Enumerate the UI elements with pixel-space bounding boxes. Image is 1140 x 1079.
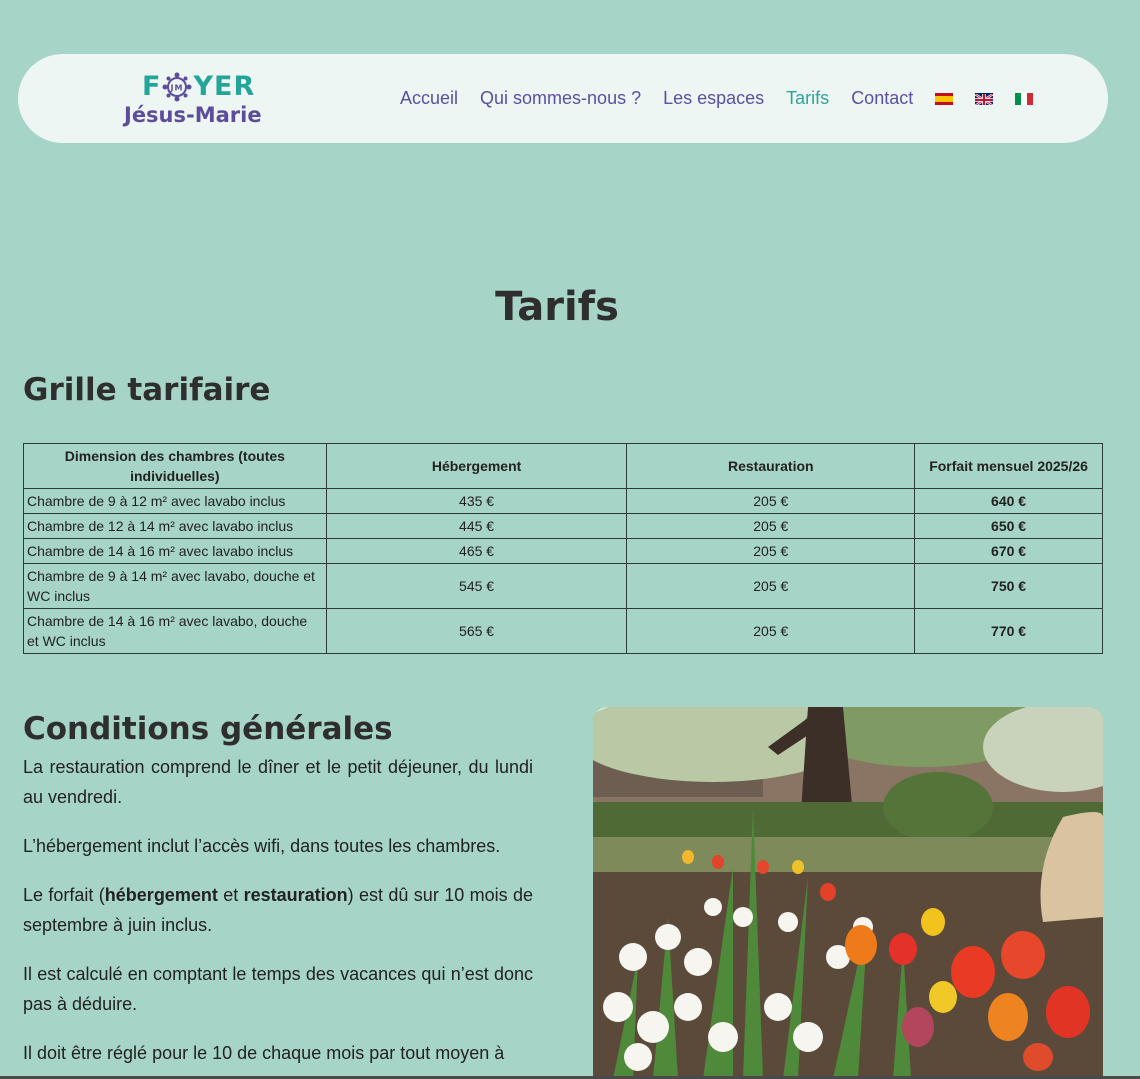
forfait-cell: 750 € bbox=[914, 563, 1103, 609]
nav-les-espaces[interactable]: Les espaces bbox=[663, 88, 764, 109]
hebergement-cell: 435 € bbox=[325, 488, 628, 514]
room-cell: Chambre de 14 à 16 m² avec lavabo, douch… bbox=[23, 608, 327, 654]
flag-uk-icon[interactable] bbox=[975, 92, 994, 105]
logo-foyer: F JM YER bbox=[142, 71, 255, 102]
flag-it-icon[interactable] bbox=[1015, 92, 1034, 105]
text-fragment: Le forfait ( bbox=[23, 885, 105, 905]
hebergement-cell: 565 € bbox=[325, 608, 628, 654]
column-header: Restauration bbox=[626, 443, 916, 489]
restauration-cell: 205 € bbox=[626, 608, 916, 654]
conditions-paragraph: Le forfait (hébergement et restauration)… bbox=[23, 880, 533, 940]
hebergement-cell: 545 € bbox=[325, 563, 628, 609]
room-cell: Chambre de 12 à 14 m² avec lavabo inclus bbox=[23, 513, 327, 539]
logo-letter-f: F bbox=[142, 71, 162, 102]
conditions-paragraph: La restauration comprend le dîner et le … bbox=[23, 757, 533, 807]
conditions-paragraph: Il est calculé en comptant le temps des … bbox=[23, 964, 533, 1014]
forfait-cell: 670 € bbox=[914, 538, 1103, 564]
room-cell: Chambre de 9 à 12 m² avec lavabo inclus bbox=[23, 488, 327, 514]
room-cell: Chambre de 9 à 14 m² avec lavabo, douche… bbox=[23, 563, 327, 609]
room-cell: Chambre de 14 à 16 m² avec lavabo inclus bbox=[23, 538, 327, 564]
table-row: Chambre de 9 à 14 m² avec lavabo, douche… bbox=[23, 563, 1103, 609]
main-nav: Accueil Qui sommes-nous ? Les espaces Ta… bbox=[400, 88, 1055, 109]
conditions-heading: Conditions générales bbox=[23, 711, 393, 747]
table-row: Chambre de 14 à 16 m² avec lavabo, douch… bbox=[23, 608, 1103, 654]
logo-medal-icon: JM bbox=[162, 72, 192, 102]
site-logo[interactable]: F JM YER Jésus-Marie bbox=[124, 67, 294, 131]
forfait-cell: 650 € bbox=[914, 513, 1103, 539]
table-row: Chambre de 14 à 16 m² avec lavabo inclus… bbox=[23, 538, 1103, 564]
logo-letters-yer: YER bbox=[193, 71, 256, 102]
nav-tarifs[interactable]: Tarifs bbox=[786, 88, 829, 109]
text-fragment: et bbox=[217, 885, 244, 905]
garden-tulips-photo bbox=[593, 707, 1103, 1079]
bold-hebergement: hébergement bbox=[104, 885, 218, 905]
table-header-row: Dimension des chambres (toutes individue… bbox=[23, 443, 1103, 489]
bold-restauration: restauration bbox=[243, 885, 348, 905]
restauration-cell: 205 € bbox=[626, 513, 916, 539]
site-header: F JM YER Jésus-Marie Accueil Qui sommes-… bbox=[18, 54, 1108, 143]
nav-contact[interactable]: Contact bbox=[851, 88, 913, 109]
conditions-paragraph: Il doit être réglé pour le 10 de chaque … bbox=[23, 1043, 505, 1063]
restauration-cell: 205 € bbox=[626, 488, 916, 514]
hebergement-cell: 465 € bbox=[325, 538, 628, 564]
conditions-paragraph: L’hébergement inclut l’accès wifi, dans … bbox=[23, 836, 501, 856]
page-title: Tarifs bbox=[495, 284, 619, 330]
restauration-cell: 205 € bbox=[626, 563, 916, 609]
logo-jesus-marie: Jésus-Marie bbox=[124, 103, 262, 127]
table-row: Chambre de 9 à 12 m² avec lavabo inclus … bbox=[23, 488, 1103, 514]
nav-qui-sommes-nous[interactable]: Qui sommes-nous ? bbox=[480, 88, 641, 109]
forfait-cell: 770 € bbox=[914, 608, 1103, 654]
nav-accueil[interactable]: Accueil bbox=[400, 88, 458, 109]
column-header: Hébergement bbox=[325, 443, 628, 489]
flag-es-icon[interactable] bbox=[935, 92, 954, 105]
restauration-cell: 205 € bbox=[626, 538, 916, 564]
column-header: Forfait mensuel 2025/26 bbox=[914, 443, 1103, 489]
hebergement-cell: 445 € bbox=[325, 513, 628, 539]
svg-text:JM: JM bbox=[170, 83, 184, 92]
conditions-text: La restauration comprend le dîner et le … bbox=[23, 752, 533, 1079]
column-header: Dimension des chambres (toutes individue… bbox=[23, 443, 327, 489]
table-row: Chambre de 12 à 14 m² avec lavabo inclus… bbox=[23, 513, 1103, 539]
grille-heading: Grille tarifaire bbox=[23, 372, 271, 408]
tarifs-table: Dimension des chambres (toutes individue… bbox=[23, 443, 1103, 654]
forfait-cell: 640 € bbox=[914, 488, 1103, 514]
